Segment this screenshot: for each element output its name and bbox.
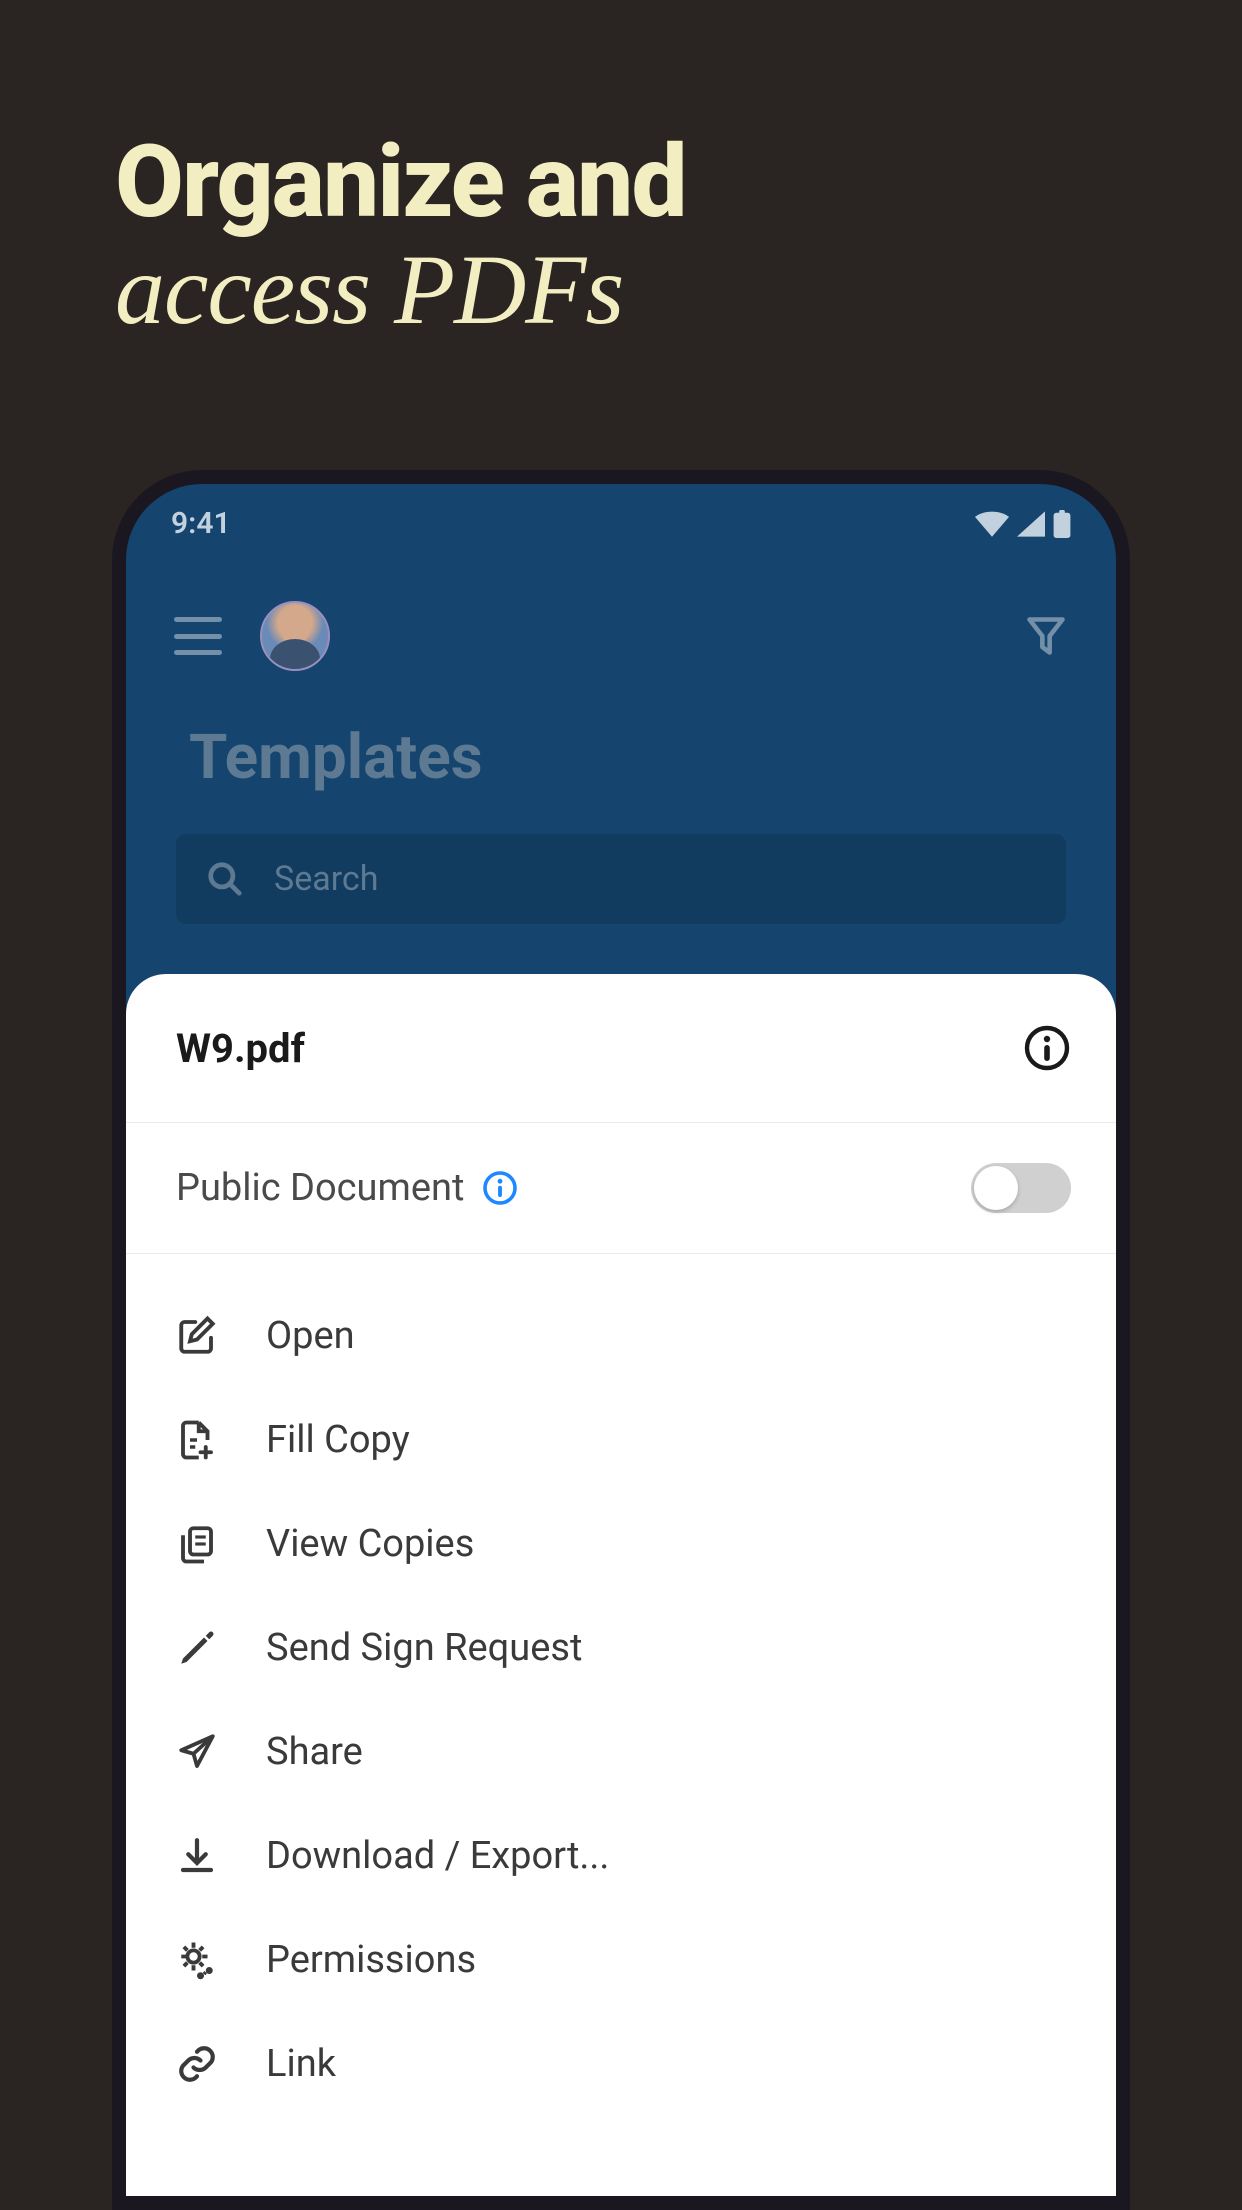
menu-item-share[interactable]: Share <box>126 1700 1116 1804</box>
search-input[interactable]: Search <box>176 834 1066 924</box>
sheet-header: W9.pdf <box>126 974 1116 1123</box>
filter-icon[interactable] <box>1024 614 1068 658</box>
public-info-icon[interactable] <box>482 1170 518 1206</box>
app-header <box>126 541 1116 701</box>
menu-label: Download / Export... <box>266 1834 609 1878</box>
menu-item-view-copies[interactable]: View Copies <box>126 1492 1116 1596</box>
menu-item-send-sign-request[interactable]: Send Sign Request <box>126 1596 1116 1700</box>
menu-label: Share <box>266 1730 363 1774</box>
page-title: Templates <box>126 701 1116 834</box>
info-icon[interactable] <box>1023 1024 1071 1072</box>
signal-icon <box>1017 511 1045 537</box>
download-icon <box>176 1835 218 1877</box>
menu-icon[interactable] <box>174 617 222 655</box>
phone-frame: 9:41 Templates Search W9.pdf Public Docu… <box>112 470 1130 2210</box>
bottom-sheet: W9.pdf Public Document Open <box>126 974 1116 2196</box>
menu-item-link[interactable]: Link <box>126 2012 1116 2116</box>
link-icon <box>176 2043 218 2085</box>
pen-nib-icon <box>176 1627 218 1669</box>
menu-item-permissions[interactable]: Permissions <box>126 1908 1116 2012</box>
gear-share-icon <box>176 1939 218 1981</box>
menu-label: Link <box>266 2042 336 2086</box>
status-bar: 9:41 <box>126 484 1116 541</box>
public-toggle[interactable] <box>971 1163 1071 1213</box>
menu-item-download-export[interactable]: Download / Export... <box>126 1804 1116 1908</box>
edit-square-icon <box>176 1315 218 1357</box>
battery-icon <box>1053 510 1071 538</box>
search-placeholder: Search <box>274 859 378 899</box>
avatar[interactable] <box>260 601 330 671</box>
hero-line-2: access PDFs <box>115 235 686 345</box>
menu-label: View Copies <box>266 1522 474 1566</box>
status-icons <box>975 510 1071 538</box>
public-document-row: Public Document <box>126 1123 1116 1254</box>
public-document-label: Public Document <box>176 1166 464 1210</box>
wifi-icon <box>975 511 1009 537</box>
menu-item-fill-copy[interactable]: Fill Copy <box>126 1388 1116 1492</box>
menu-item-open[interactable]: Open <box>126 1284 1116 1388</box>
menu-label: Open <box>266 1314 355 1358</box>
status-time: 9:41 <box>171 506 231 541</box>
menu-label: Fill Copy <box>266 1418 410 1462</box>
menu-label: Send Sign Request <box>266 1626 582 1670</box>
sheet-title: W9.pdf <box>176 1025 305 1072</box>
copies-icon <box>176 1523 218 1565</box>
search-icon <box>206 860 244 898</box>
menu-label: Permissions <box>266 1938 476 1982</box>
hero-block: Organize and access PDFs <box>115 130 686 345</box>
hero-line-1: Organize and <box>115 130 686 235</box>
paper-plane-icon <box>176 1731 218 1773</box>
menu-list: Open Fill Copy View Copies Send Sign Req… <box>126 1254 1116 2146</box>
file-plus-icon <box>176 1419 218 1461</box>
